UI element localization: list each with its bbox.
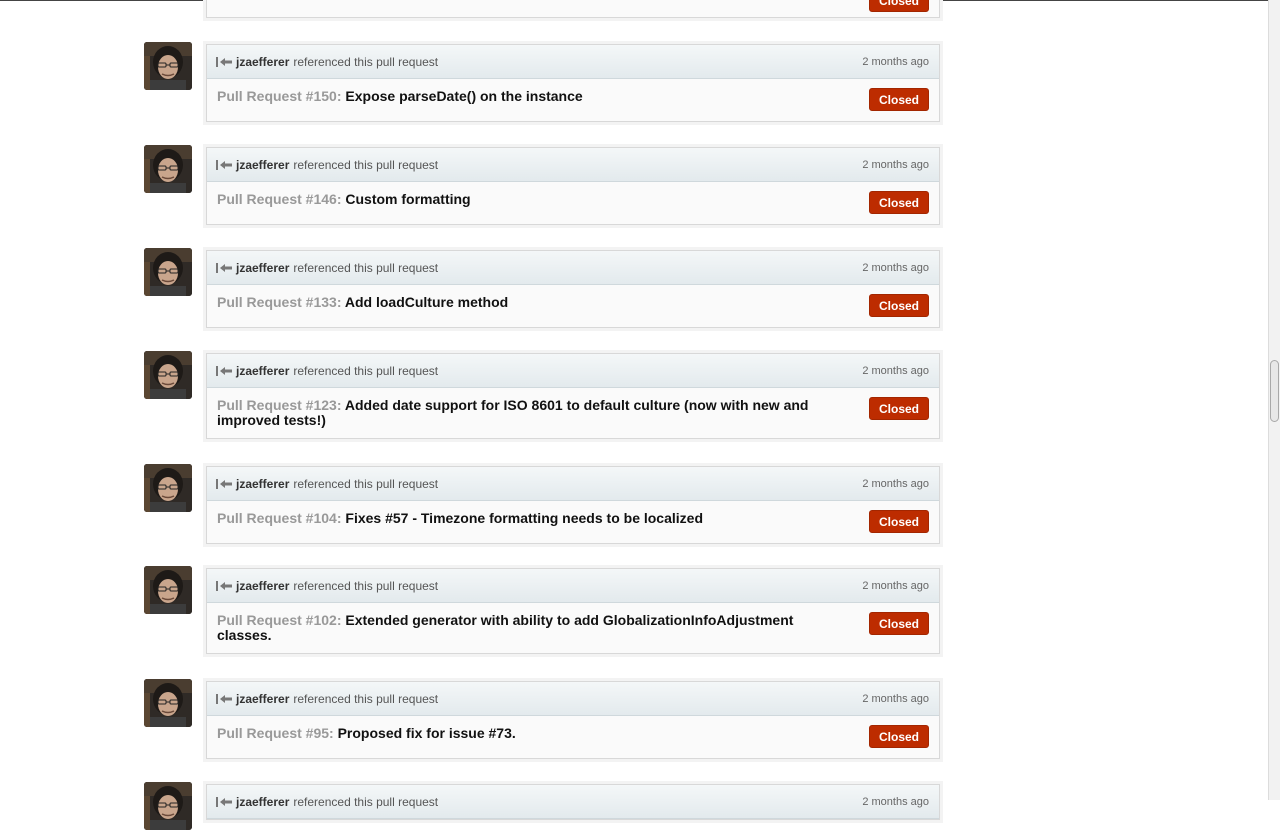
timestamp[interactable]: 2 months ago	[862, 262, 929, 274]
status-badge[interactable]: Closed	[869, 294, 929, 317]
event-action: referenced this pull request	[293, 260, 439, 275]
event-action: referenced this pull request	[293, 794, 439, 809]
reference-arrow-icon	[215, 55, 233, 69]
reference-arrow-icon	[215, 692, 233, 706]
reference-arrow-icon	[215, 261, 233, 275]
author-link[interactable]: jzaefferer	[236, 692, 289, 706]
pr-number[interactable]: Pull Request #104:	[217, 510, 342, 526]
event-card: Closed	[206, 0, 940, 18]
timestamp[interactable]: 2 months ago	[862, 365, 929, 377]
pr-title[interactable]: Add loadCulture method	[345, 294, 508, 310]
event-card: jzaefferer referenced this pull request …	[206, 44, 940, 122]
event-body: Pull Request #150: Expose parseDate() on…	[207, 79, 939, 121]
vertical-scrollbar[interactable]	[1268, 0, 1280, 800]
event-header: jzaefferer referenced this pull request …	[207, 785, 939, 819]
pr-title[interactable]: Expose parseDate() on the instance	[345, 88, 582, 104]
event-header: jzaefferer referenced this pull request …	[207, 682, 939, 716]
event-header: jzaefferer referenced this pull request …	[207, 148, 939, 182]
author-link[interactable]: jzaefferer	[236, 477, 289, 491]
status-badge[interactable]: Closed	[869, 725, 929, 748]
reference-arrow-icon	[215, 477, 233, 491]
scrollbar-thumb[interactable]	[1270, 360, 1279, 422]
reference-arrow-icon	[215, 158, 233, 172]
event-header: jzaefferer referenced this pull request …	[207, 354, 939, 388]
event-body: Pull Request #95: Proposed fix for issue…	[207, 716, 939, 758]
event-card: jzaefferer referenced this pull request …	[206, 466, 940, 544]
status-badge[interactable]: Closed	[869, 88, 929, 111]
event-body: Pull Request #104: Fixes #57 - Timezone …	[207, 501, 939, 543]
avatar[interactable]	[144, 248, 192, 296]
pr-number[interactable]: Pull Request #146:	[217, 191, 342, 207]
event-body: Pull Request #133: Add loadCulture metho…	[207, 285, 939, 327]
pr-number[interactable]: Pull Request #123:	[217, 397, 342, 413]
status-badge[interactable]: Closed	[869, 612, 929, 635]
author-link[interactable]: jzaefferer	[236, 364, 289, 378]
discussion-timeline: Closed jzaefferer referenced this pull r…	[0, 0, 1268, 830]
event-body: Pull Request #123: Added date support fo…	[207, 388, 939, 438]
avatar[interactable]	[144, 464, 192, 512]
event-action: referenced this pull request	[293, 476, 439, 491]
avatar[interactable]	[144, 679, 192, 727]
pr-title[interactable]: Proposed fix for issue #73.	[338, 725, 516, 741]
pr-title[interactable]: Fixes #57 - Timezone formatting needs to…	[345, 510, 703, 526]
event-header: jzaefferer referenced this pull request …	[207, 467, 939, 501]
reference-arrow-icon	[215, 795, 233, 809]
event-action: referenced this pull request	[293, 54, 439, 69]
event-header: jzaefferer referenced this pull request …	[207, 569, 939, 603]
author-link[interactable]: jzaefferer	[236, 795, 289, 809]
avatar[interactable]	[144, 42, 192, 90]
event-card: jzaefferer referenced this pull request …	[206, 250, 940, 328]
author-link[interactable]: jzaefferer	[236, 579, 289, 593]
status-badge[interactable]: Closed	[869, 0, 929, 12]
event-action: referenced this pull request	[293, 691, 439, 706]
pr-number[interactable]: Pull Request #102:	[217, 612, 342, 628]
pr-number[interactable]: Pull Request #150:	[217, 88, 342, 104]
event-header: jzaefferer referenced this pull request …	[207, 45, 939, 79]
event-body: Pull Request #102: Extended generator wi…	[207, 603, 939, 653]
timestamp[interactable]: 2 months ago	[862, 478, 929, 490]
timestamp[interactable]: 2 months ago	[862, 796, 929, 808]
status-badge[interactable]: Closed	[869, 191, 929, 214]
avatar[interactable]	[144, 566, 192, 614]
timestamp[interactable]: 2 months ago	[862, 693, 929, 705]
pr-title[interactable]: Custom formatting	[345, 191, 470, 207]
event-action: referenced this pull request	[293, 157, 439, 172]
event-card: jzaefferer referenced this pull request …	[206, 353, 940, 439]
avatar[interactable]	[144, 351, 192, 399]
timestamp[interactable]: 2 months ago	[862, 56, 929, 68]
event-action: referenced this pull request	[293, 578, 439, 593]
reference-arrow-icon	[215, 364, 233, 378]
event-header: jzaefferer referenced this pull request …	[207, 251, 939, 285]
author-link[interactable]: jzaefferer	[236, 158, 289, 172]
event-body: Pull Request #146: Custom formatting Clo…	[207, 182, 939, 224]
author-link[interactable]: jzaefferer	[236, 55, 289, 69]
status-badge[interactable]: Closed	[869, 397, 929, 420]
event-card: jzaefferer referenced this pull request …	[206, 784, 940, 820]
reference-arrow-icon	[215, 579, 233, 593]
pr-number[interactable]: Pull Request #95:	[217, 725, 334, 741]
event-card: jzaefferer referenced this pull request …	[206, 568, 940, 654]
pr-number[interactable]: Pull Request #133:	[217, 294, 342, 310]
timestamp[interactable]: 2 months ago	[862, 159, 929, 171]
event-card: jzaefferer referenced this pull request …	[206, 147, 940, 225]
event-card: jzaefferer referenced this pull request …	[206, 681, 940, 759]
author-link[interactable]: jzaefferer	[236, 261, 289, 275]
event-action: referenced this pull request	[293, 363, 439, 378]
status-badge[interactable]: Closed	[869, 510, 929, 533]
avatar[interactable]	[144, 782, 192, 830]
timestamp[interactable]: 2 months ago	[862, 580, 929, 592]
avatar[interactable]	[144, 145, 192, 193]
